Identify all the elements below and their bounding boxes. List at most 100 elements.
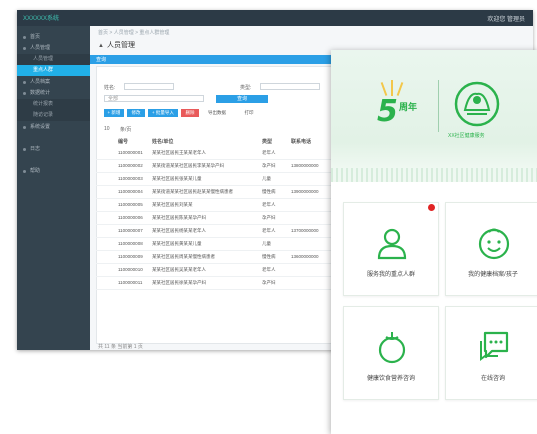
- cell-phone: 13900000000: [291, 189, 319, 194]
- mobile-app-window: 5 周年 XX社区健康服务 服务我的重点人群 我的健康档案/孩子 健康饮食营养咨…: [331, 50, 537, 434]
- cell-type: 儿童: [262, 176, 271, 181]
- sidebar-item-label: 人员档案: [30, 79, 51, 85]
- tab-query[interactable]: 查询: [96, 56, 106, 63]
- hero-divider: [438, 80, 439, 132]
- page-title: 人员管理: [98, 40, 135, 50]
- cell-type: 老年人: [262, 228, 276, 233]
- sidebar-item-label: 随访记录: [33, 112, 54, 118]
- emblem-caption: XX社区健康服务: [448, 133, 485, 139]
- page-size-label: 条/页: [120, 127, 132, 133]
- grass-decoration: [331, 168, 537, 182]
- cell-name[interactable]: 某某社区居民陈某某孕产妇: [152, 215, 206, 221]
- dot-icon: [23, 170, 26, 173]
- cell-type: 慢性病: [262, 189, 276, 194]
- sidebar-item-people[interactable]: 人员管理: [17, 43, 90, 54]
- anniversary-badge: 5 周年: [361, 80, 427, 140]
- cell-type: 孕产妇: [262, 163, 276, 168]
- edit-button[interactable]: 修改: [127, 109, 145, 117]
- sidebar-item-stats[interactable]: 数据统计: [17, 88, 90, 99]
- hero-banner: 5 周年 XX社区健康服务: [331, 50, 537, 182]
- pagination-info: 共 11 条 当前第 1 页: [98, 344, 143, 350]
- sidebar-item-followups[interactable]: 随访记录: [17, 110, 90, 121]
- cell-id: 1100000002: [118, 163, 143, 168]
- cell-id: 1100000011: [118, 280, 143, 285]
- card-nutrition[interactable]: 健康饮食营养咨询: [343, 306, 439, 400]
- sidebar-item-logs[interactable]: 日志: [17, 144, 90, 155]
- sidebar-item-reports[interactable]: 统计报表: [17, 99, 90, 110]
- batch-import-button[interactable]: + 批量导入: [148, 109, 178, 117]
- delete-button[interactable]: 删除: [181, 109, 199, 117]
- sidebar-item-label: 系统设置: [30, 124, 51, 130]
- breadcrumb[interactable]: 首页 > 人员管理 > 重点人群管理: [98, 29, 169, 36]
- sidebar-item-people-sub[interactable]: 人员管理: [17, 54, 90, 65]
- cell-phone: 13700000000: [291, 228, 319, 233]
- cell-name[interactable]: 某某社区居民王某某老年人: [152, 150, 206, 156]
- cell-id: 1100000003: [118, 176, 143, 181]
- dot-icon: [23, 81, 26, 84]
- card-key-groups[interactable]: 服务我的重点人群: [343, 202, 439, 296]
- cell-name[interactable]: 某某社区居民徐某某孕产妇: [152, 280, 206, 286]
- type-filter-select[interactable]: [260, 83, 320, 90]
- cell-name[interactable]: 某某社区居民吴某某老年人: [152, 267, 206, 273]
- cell-type: 老年人: [262, 150, 276, 155]
- export-button[interactable]: 导出数据: [202, 109, 232, 117]
- cell-id: 1100000001: [118, 150, 143, 155]
- sidebar-item-label: 日志: [30, 146, 41, 152]
- cell-type: 老年人: [262, 202, 276, 207]
- sidebar-item-label: 人员管理: [30, 45, 51, 51]
- sidebar-item-records[interactable]: 人员档案: [17, 77, 90, 88]
- notification-dot: [428, 204, 435, 211]
- cell-type: 孕产妇: [262, 215, 276, 220]
- print-button[interactable]: 打印: [235, 109, 263, 117]
- cell-name[interactable]: 某某社区居民张某某儿童: [152, 176, 202, 182]
- search-button[interactable]: 查询: [216, 95, 268, 103]
- cell-id: 1100000006: [118, 215, 143, 220]
- sidebar-item-key-groups[interactable]: 重点人群: [17, 65, 90, 76]
- badge-word: 周年: [399, 102, 418, 112]
- sidebar-item-settings[interactable]: 系统设置: [17, 122, 90, 133]
- page-size-select[interactable]: 10: [104, 126, 110, 132]
- cell-name[interactable]: 某某社区居民周某某慢性病患者: [152, 254, 215, 260]
- cell-type: 孕产妇: [262, 280, 276, 285]
- add-button[interactable]: + 新增: [104, 109, 124, 117]
- col-header-name[interactable]: 姓名/单位: [152, 138, 173, 145]
- card-child-records[interactable]: 我的健康档案/孩子: [445, 202, 537, 296]
- sidebar-item-help[interactable]: 帮助: [17, 166, 90, 177]
- cell-id: 1100000010: [118, 267, 143, 272]
- cell-id: 1100000008: [118, 241, 143, 246]
- tomato-icon: [378, 332, 406, 364]
- cell-name[interactable]: 某某街道某某社区居民李某某孕产妇: [152, 163, 224, 169]
- dot-icon: [23, 148, 26, 151]
- area-filter-select[interactable]: 全部: [104, 95, 204, 102]
- cell-id: 1100000004: [118, 189, 143, 194]
- user-menu[interactable]: 欢迎您 管理员: [487, 14, 525, 23]
- cell-name[interactable]: 某某社区居民黄某某儿童: [152, 241, 202, 247]
- col-header-phone[interactable]: 联系电话: [291, 138, 311, 145]
- cell-id: 1100000005: [118, 202, 143, 207]
- community-emblem-icon: [454, 81, 500, 127]
- chat-icon: [480, 331, 509, 361]
- dot-icon: [23, 126, 26, 129]
- type-filter-label: 类型:: [240, 85, 252, 91]
- cell-id: 1100000007: [118, 228, 143, 233]
- cell-id: 1100000009: [118, 254, 143, 259]
- sidebar-item-label: 统计报表: [33, 101, 54, 107]
- cell-name[interactable]: 某某社区居民刘某某: [152, 202, 193, 208]
- cell-phone: 13800000000: [291, 163, 319, 168]
- sidebar-item-label: 重点人群: [33, 67, 54, 73]
- name-filter-input[interactable]: [124, 83, 174, 90]
- cell-name[interactable]: 某某社区居民杨某某老年人: [152, 228, 206, 234]
- app-logo[interactable]: XXXXXX系统: [23, 13, 59, 22]
- col-header-id[interactable]: 编号: [118, 138, 128, 145]
- cell-phone: 13600000000: [291, 254, 319, 259]
- card-consult[interactable]: 在线咨询: [445, 306, 537, 400]
- dot-icon: [23, 36, 26, 39]
- cell-name[interactable]: 某某街道某某社区居民赵某某慢性病患者: [152, 189, 233, 195]
- top-bar: XXXXXX系统 欢迎您 管理员: [17, 10, 533, 26]
- col-header-type[interactable]: 类型: [262, 138, 272, 145]
- card-label: 健康饮食营养咨询: [366, 376, 415, 382]
- card-label: 在线咨询: [480, 376, 505, 382]
- sidebar: 首页 人员管理 人员管理 重点人群 人员档案 数据统计 统计报表 随访记录 系统…: [17, 26, 90, 350]
- child-face-icon: [478, 228, 510, 260]
- sidebar-item-home[interactable]: 首页: [17, 32, 90, 43]
